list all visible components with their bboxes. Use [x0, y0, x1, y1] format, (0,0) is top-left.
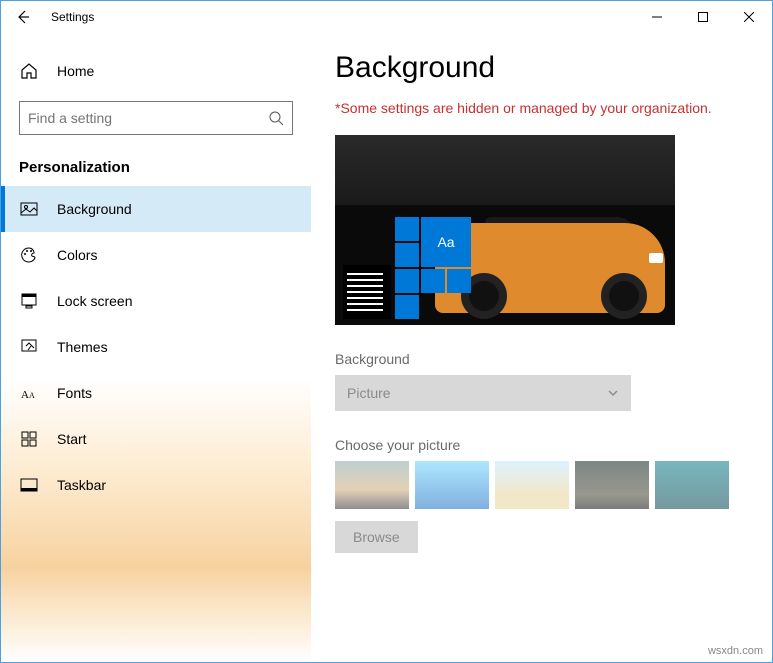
- page-title: Background: [335, 51, 748, 85]
- preview-sample-text: Aa: [421, 217, 471, 267]
- maximize-icon: [698, 12, 708, 22]
- sidebar-item-label: Start: [57, 431, 87, 447]
- svg-text:A: A: [21, 389, 29, 401]
- back-button[interactable]: [9, 9, 37, 25]
- window-title: Settings: [51, 10, 94, 24]
- home-label: Home: [57, 63, 94, 79]
- sidebar-item-label: Lock screen: [57, 293, 132, 309]
- start-icon: [19, 429, 39, 449]
- sidebar-item-label: Taskbar: [57, 477, 106, 493]
- sidebar-item-taskbar[interactable]: Taskbar: [1, 462, 311, 508]
- close-button[interactable]: [726, 1, 772, 33]
- sidebar-item-label: Themes: [57, 339, 108, 355]
- picture-thumb-5[interactable]: [655, 461, 729, 509]
- background-dropdown: Picture: [335, 375, 631, 411]
- taskbar-icon: [19, 475, 39, 495]
- minimize-button[interactable]: [634, 1, 680, 33]
- home-nav[interactable]: Home: [1, 51, 311, 91]
- sidebar-item-colors[interactable]: Colors: [1, 232, 311, 278]
- titlebar: Settings: [1, 1, 772, 33]
- minimize-icon: [652, 12, 662, 22]
- sidebar-item-label: Colors: [57, 247, 97, 263]
- lockscreen-icon: [19, 291, 39, 311]
- home-icon: [19, 61, 39, 81]
- watermark: wsxdn.com: [708, 645, 763, 657]
- main-content: Background *Some settings are hidden or …: [311, 33, 772, 662]
- dropdown-value: Picture: [347, 385, 391, 401]
- themes-icon: [19, 337, 39, 357]
- policy-message: *Some settings are hidden or managed by …: [335, 99, 748, 119]
- section-title: Personalization: [1, 151, 311, 186]
- maximize-button[interactable]: [680, 1, 726, 33]
- sidebar-item-fonts[interactable]: AA Fonts: [1, 370, 311, 416]
- sidebar: Home Personalization Background Colors Loc…: [1, 33, 311, 662]
- chevron-down-icon: [607, 387, 619, 399]
- svg-text:A: A: [29, 391, 35, 400]
- sidebar-item-label: Fonts: [57, 385, 92, 401]
- sidebar-item-background[interactable]: Background: [1, 186, 311, 232]
- browse-button: Browse: [335, 521, 418, 553]
- sidebar-item-themes[interactable]: Themes: [1, 324, 311, 370]
- search-icon: [268, 110, 284, 126]
- palette-icon: [19, 245, 39, 265]
- fonts-icon: AA: [19, 383, 39, 403]
- search-input[interactable]: [19, 101, 293, 135]
- picture-thumbnails: [335, 461, 748, 509]
- image-icon: [19, 199, 39, 219]
- search-field[interactable]: [28, 110, 268, 126]
- sidebar-item-label: Background: [57, 201, 132, 217]
- picture-thumb-3[interactable]: [495, 461, 569, 509]
- sidebar-item-lock-screen[interactable]: Lock screen: [1, 278, 311, 324]
- background-field-label: Background: [335, 351, 748, 367]
- desktop-preview: Aa: [335, 135, 675, 325]
- picture-thumb-1[interactable]: [335, 461, 409, 509]
- picture-thumb-2[interactable]: [415, 461, 489, 509]
- arrow-left-icon: [15, 9, 31, 25]
- picture-thumb-4[interactable]: [575, 461, 649, 509]
- close-icon: [744, 12, 754, 22]
- choose-picture-label: Choose your picture: [335, 437, 748, 453]
- sidebar-item-start[interactable]: Start: [1, 416, 311, 462]
